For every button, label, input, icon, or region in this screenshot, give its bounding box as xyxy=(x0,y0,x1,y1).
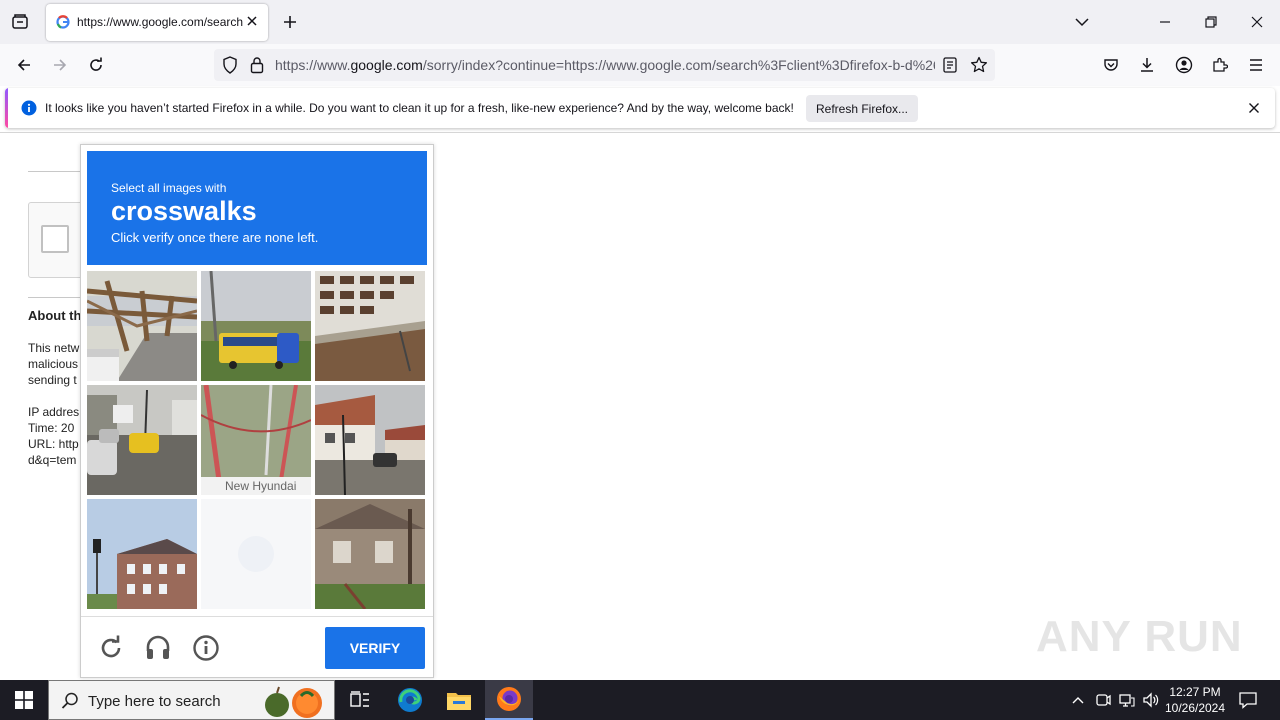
edge-icon[interactable] xyxy=(386,680,434,720)
notification-message: It looks like you haven’t started Firefo… xyxy=(45,101,794,115)
bookmark-star-icon[interactable] xyxy=(970,56,988,74)
body-line: sending t xyxy=(28,373,77,387)
captcha-tile-street-cars[interactable] xyxy=(87,385,197,495)
notification-accent xyxy=(5,88,8,128)
instruction-line: Select all images with xyxy=(111,181,227,195)
file-explorer-icon[interactable] xyxy=(435,680,483,720)
recaptcha-challenge: Select all images with crosswalks Click … xyxy=(80,144,434,678)
url-text[interactable]: https://www.google.com/sorry/index?conti… xyxy=(275,57,935,73)
new-tab-icon[interactable] xyxy=(276,8,304,36)
info-line: URL: http xyxy=(28,437,79,451)
captcha-tile-bus[interactable] xyxy=(201,271,311,381)
extensions-icon[interactable] xyxy=(1206,51,1234,79)
reader-view-icon[interactable] xyxy=(943,57,957,73)
url-path: /sorry/index?continue=https://www.google… xyxy=(422,57,935,73)
captcha-tile-house[interactable] xyxy=(315,499,425,609)
close-notification-icon[interactable] xyxy=(1248,102,1260,114)
anyrun-watermark: ANY RUN xyxy=(1036,612,1243,661)
divider xyxy=(28,171,88,172)
recaptcha-checkbox[interactable] xyxy=(41,225,69,253)
navigation-toolbar: https://www.google.com/sorry/index?conti… xyxy=(0,44,1280,86)
google-favicon-icon xyxy=(56,15,70,29)
divider xyxy=(28,297,88,298)
recaptcha-checkbox-widget xyxy=(28,202,88,278)
close-tab-icon[interactable] xyxy=(245,14,259,28)
tab-title: https://www.google.com/search xyxy=(77,15,244,29)
search-highlight-icon xyxy=(261,684,331,718)
clock-time: 12:27 PM xyxy=(1169,685,1221,699)
address-bar[interactable]: https://www.google.com/sorry/index?conti… xyxy=(214,49,995,81)
forward-icon[interactable] xyxy=(46,51,74,79)
list-all-tabs-icon[interactable] xyxy=(1068,8,1096,36)
challenge-target: crosswalks xyxy=(111,196,257,226)
system-clock[interactable]: 12:27 PM 10/26/2024 xyxy=(1160,684,1230,716)
firefox-view-icon[interactable] xyxy=(6,8,34,36)
tab-google-search[interactable]: https://www.google.com/search xyxy=(46,4,268,41)
search-icon xyxy=(61,692,79,710)
restore-icon[interactable] xyxy=(1197,8,1225,36)
verify-button[interactable]: VERIFY xyxy=(325,627,425,669)
reload-icon[interactable] xyxy=(98,635,124,661)
challenge-footer: VERIFY xyxy=(81,616,433,678)
info-line: Time: 20 xyxy=(28,421,75,435)
downloads-icon[interactable] xyxy=(1133,51,1161,79)
info-line: IP addres xyxy=(28,405,80,419)
start-windows-icon[interactable] xyxy=(0,680,48,720)
account-icon[interactable] xyxy=(1170,51,1198,79)
body-line: This netw xyxy=(28,341,80,355)
instruction-line: Click verify once there are none left. xyxy=(111,230,319,245)
url-host: google.com xyxy=(350,57,423,73)
network-icon[interactable] xyxy=(1115,680,1139,720)
captcha-tile-apartments[interactable] xyxy=(87,499,197,609)
reload-page-icon[interactable] xyxy=(82,51,110,79)
info-icon xyxy=(21,100,37,116)
captcha-tile-faded[interactable] xyxy=(201,499,311,609)
firefox-taskbar-icon[interactable] xyxy=(485,680,533,720)
info-line: d&q=tem xyxy=(28,453,77,467)
tracking-protection-shield-icon[interactable] xyxy=(222,56,238,74)
task-view-icon[interactable] xyxy=(336,680,384,720)
tab-strip: https://www.google.com/search xyxy=(0,0,1280,44)
url-prefix: https://www. xyxy=(275,57,351,73)
close-window-icon[interactable] xyxy=(1243,8,1271,36)
captcha-tile-wall[interactable] xyxy=(315,271,425,381)
refresh-firefox-notification: It looks like you haven’t started Firefo… xyxy=(5,88,1275,128)
clock-date: 10/26/2024 xyxy=(1164,701,1226,715)
lock-icon[interactable] xyxy=(250,56,264,74)
notifications-icon[interactable] xyxy=(1234,680,1262,720)
about-heading: About th xyxy=(28,308,82,323)
taskbar-search-placeholder: Type here to search xyxy=(88,693,221,710)
body-line: malicious xyxy=(28,357,79,371)
audio-icon[interactable] xyxy=(145,635,171,661)
refresh-firefox-button[interactable]: Refresh Firefox... xyxy=(806,95,918,122)
show-hidden-icons-chevron-icon[interactable] xyxy=(1066,680,1090,720)
windows-taskbar: Type here to search 12:27 PM 10/26/2024 xyxy=(0,680,1280,720)
taskbar-search-box[interactable]: Type here to search xyxy=(48,680,335,720)
challenge-header: Select all images with crosswalks Click … xyxy=(87,151,427,265)
minimize-icon[interactable] xyxy=(1151,8,1179,36)
info-icon[interactable] xyxy=(193,635,219,661)
app-menu-icon[interactable] xyxy=(1242,51,1270,79)
pocket-icon[interactable] xyxy=(1097,51,1125,79)
meet-now-icon[interactable] xyxy=(1091,680,1115,720)
captcha-tile-bridge[interactable] xyxy=(87,271,197,381)
captcha-tile-new-hyundai-sign[interactable]: New Hyundai xyxy=(201,385,311,495)
back-icon[interactable] xyxy=(10,51,38,79)
tile-caption: New Hyundai xyxy=(225,479,297,493)
captcha-tile-houses[interactable] xyxy=(315,385,425,495)
